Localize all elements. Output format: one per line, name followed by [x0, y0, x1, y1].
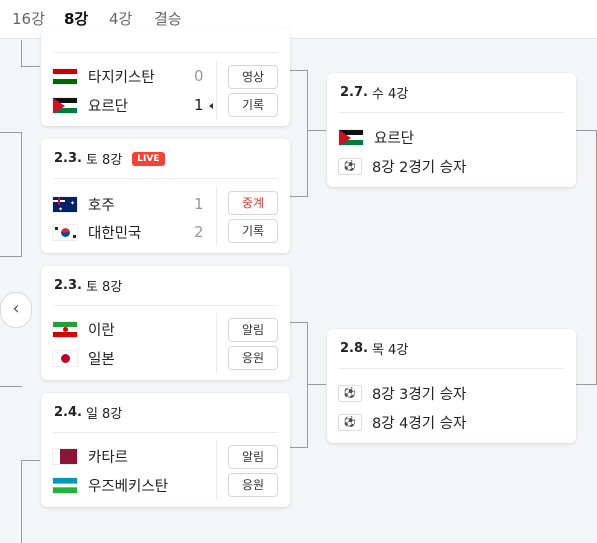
bracket-line	[307, 70, 308, 197]
tajikistan-flag	[52, 67, 78, 85]
match-date: 2.3.	[54, 278, 82, 293]
team-name: 카타르	[88, 449, 129, 466]
soccer-ball-icon: ⚽	[338, 157, 362, 175]
semifinal-card-2[interactable]: 2.8. 목 4강 ⚽ 8강 3경기 승자 ⚽ 8강 4경기 승자	[327, 329, 576, 443]
live-relay-button[interactable]: 중계	[228, 191, 278, 215]
bracket-line	[576, 384, 597, 385]
team-row: ⚽ 8강 3경기 승자	[338, 383, 466, 403]
winner-marker-icon	[209, 103, 213, 109]
notify-button[interactable]: 알림	[228, 318, 278, 342]
match-card-2[interactable]: 2.3. 토 8강 LIVE ✦ ✦ 호주 1 대한민국 2 중계 기록	[41, 139, 290, 253]
bracket-line	[576, 130, 597, 131]
record-button[interactable]: 기록	[228, 93, 278, 117]
team-row: 요르단	[52, 95, 128, 115]
match-header: 2.3. 토 8강 LIVE	[54, 149, 165, 168]
bracket-line	[21, 66, 40, 67]
bracket-line	[21, 460, 40, 461]
soccer-ball-icon: ⚽	[338, 413, 362, 431]
match-round: 일 8강	[85, 407, 123, 422]
live-badge: LIVE	[132, 151, 165, 166]
cheer-button[interactable]: 응원	[228, 346, 278, 370]
team-score: 0	[194, 67, 204, 85]
chevron-left-icon: ‹	[12, 298, 20, 319]
japan-flag	[52, 349, 78, 367]
team-name: 대한민국	[88, 225, 142, 242]
team-row: 타지키스탄	[52, 66, 155, 86]
match-round: 토 8강	[85, 153, 123, 168]
bracket-line	[21, 460, 22, 543]
iran-flag	[52, 320, 78, 338]
team-score: 1	[194, 195, 204, 213]
bracket-line	[0, 256, 22, 257]
team-name: 8강 4경기 승자	[372, 415, 467, 432]
match-header: 2.8. 목 4강	[340, 339, 408, 358]
previous-arrow-button[interactable]: ‹	[0, 292, 32, 328]
record-button[interactable]: 기록	[228, 219, 278, 243]
match-header: 2.3. 토 8강	[54, 276, 122, 295]
team-name: 타지키스탄	[88, 69, 155, 86]
match-date: 2.8.	[340, 341, 368, 356]
team-score: 1	[194, 96, 204, 114]
match-header: 2.4. 일 8강	[54, 403, 122, 422]
match-round: 수 4강	[371, 87, 409, 102]
bracket-line	[307, 130, 326, 131]
match-round: 목 4강	[371, 343, 409, 358]
cheer-button[interactable]: 응원	[228, 473, 278, 497]
match-card-1[interactable]: 타지키스탄 0 요르단 1 영상 기록	[41, 28, 290, 126]
team-row: 우즈베키스탄	[52, 475, 168, 495]
team-score: 2	[194, 223, 204, 241]
team-row: ✦ ✦ 호주	[52, 194, 115, 214]
team-row: 이란	[52, 319, 115, 339]
bracket-line	[21, 132, 22, 256]
tab-round-of-16[interactable]: 16강	[12, 8, 45, 38]
team-row: 카타르	[52, 446, 128, 466]
bracket-line	[290, 70, 308, 71]
match-date: 2.7.	[340, 85, 368, 100]
team-row: 요르단	[338, 127, 414, 147]
bracket-line	[21, 40, 22, 67]
bracket-line	[290, 322, 308, 323]
bracket-line	[290, 196, 308, 197]
team-name: 8강 2경기 승자	[372, 159, 467, 176]
team-name: 호주	[88, 197, 115, 214]
jordan-flag	[52, 96, 78, 114]
notify-button[interactable]: 알림	[228, 445, 278, 469]
team-name: 이란	[88, 322, 115, 339]
match-date: 2.4.	[54, 405, 82, 420]
team-name: 일본	[88, 351, 115, 368]
uzbekistan-flag	[52, 476, 78, 494]
match-card-4[interactable]: 2.4. 일 8강 카타르 우즈베키스탄 알림 응원	[41, 393, 290, 507]
bracket-line	[307, 322, 308, 448]
team-row: ⚽ 8강 2경기 승자	[338, 156, 466, 176]
semifinal-card-1[interactable]: 2.7. 수 4강 요르단 ⚽ 8강 2경기 승자	[327, 73, 576, 187]
match-header: 2.7. 수 4강	[340, 83, 408, 102]
team-name: 우즈베키스탄	[88, 478, 169, 495]
jordan-flag	[338, 128, 364, 146]
match-date: 2.3.	[54, 151, 82, 166]
bracket-line	[0, 132, 22, 133]
match-round: 토 8강	[85, 280, 123, 295]
korea-flag	[52, 223, 78, 241]
qatar-flag	[52, 447, 78, 465]
bracket-line	[307, 384, 326, 385]
bracket-line	[290, 447, 308, 448]
team-name: 8강 3경기 승자	[372, 386, 467, 403]
team-row: 일본	[52, 348, 115, 368]
soccer-ball-icon: ⚽	[338, 384, 362, 402]
team-row: 대한민국	[52, 222, 141, 242]
highlights-button[interactable]: 영상	[228, 65, 278, 89]
team-row: ⚽ 8강 4경기 승자	[338, 412, 466, 432]
match-card-3[interactable]: 2.3. 토 8강 이란 일본 알림 응원	[41, 266, 290, 380]
australia-flag: ✦ ✦	[52, 195, 78, 213]
team-name: 요르단	[88, 98, 129, 115]
team-name: 요르단	[374, 130, 415, 147]
bracket-line	[0, 386, 22, 387]
